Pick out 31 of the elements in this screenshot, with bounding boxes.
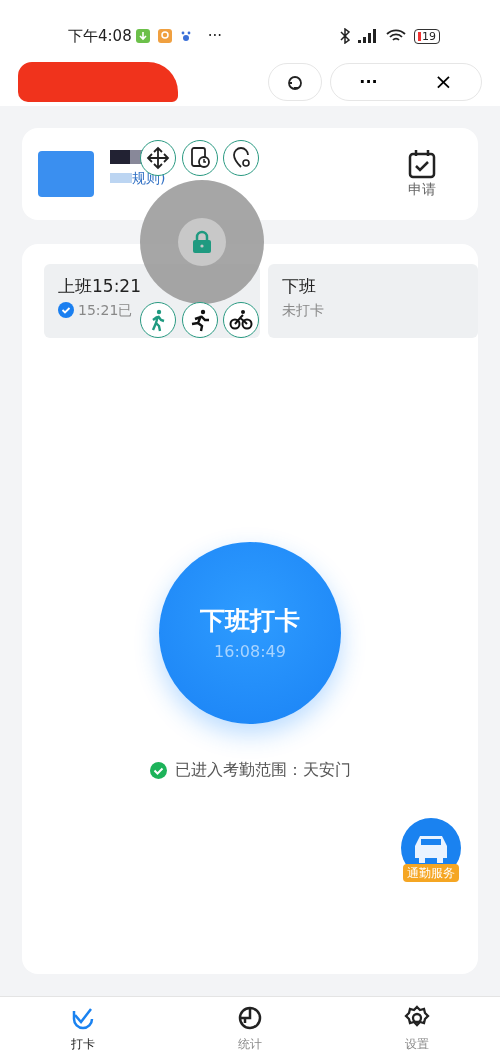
- lock-icon: [192, 230, 212, 254]
- move-icon: [146, 146, 170, 170]
- more-button[interactable]: ···: [331, 69, 406, 95]
- status-more: ···: [207, 25, 222, 47]
- status-time: 下午4:08: [68, 25, 132, 47]
- close-button[interactable]: ×: [405, 64, 481, 100]
- commute-label: 通勤服务: [403, 864, 459, 882]
- nav-tab[interactable]: 统计: [166, 997, 334, 1060]
- pixelated-text: [110, 173, 132, 183]
- pie-chart-icon: [237, 1004, 263, 1031]
- punch-status: 未打卡: [282, 300, 325, 320]
- paw-icon: [179, 30, 192, 42]
- punch-title: 下班: [282, 275, 318, 298]
- bicycle-icon: [229, 308, 253, 332]
- nav-tab[interactable]: 设置: [333, 997, 500, 1060]
- nav-tab[interactable]: 打卡: [0, 997, 167, 1060]
- group-logo: [38, 151, 94, 197]
- signal-icon: [358, 29, 378, 43]
- wifi-icon: [386, 29, 406, 43]
- punch-title: 上班15:21: [58, 275, 142, 298]
- calendar-check-icon: [408, 148, 436, 179]
- battery-icon: 19: [414, 28, 440, 44]
- bluetooth-icon: [340, 28, 350, 44]
- apply-button[interactable]: 申请: [402, 147, 442, 201]
- download-icon: [135, 29, 150, 43]
- punch-status: 15:21已: [78, 300, 133, 320]
- location-pin-icon: [157, 29, 172, 43]
- location-status: 已进入考勤范围：天安门: [174, 759, 351, 781]
- support-button[interactable]: [268, 63, 322, 101]
- document-clock-icon: [188, 146, 212, 170]
- punch-record[interactable]: 下班 未打卡: [268, 264, 478, 338]
